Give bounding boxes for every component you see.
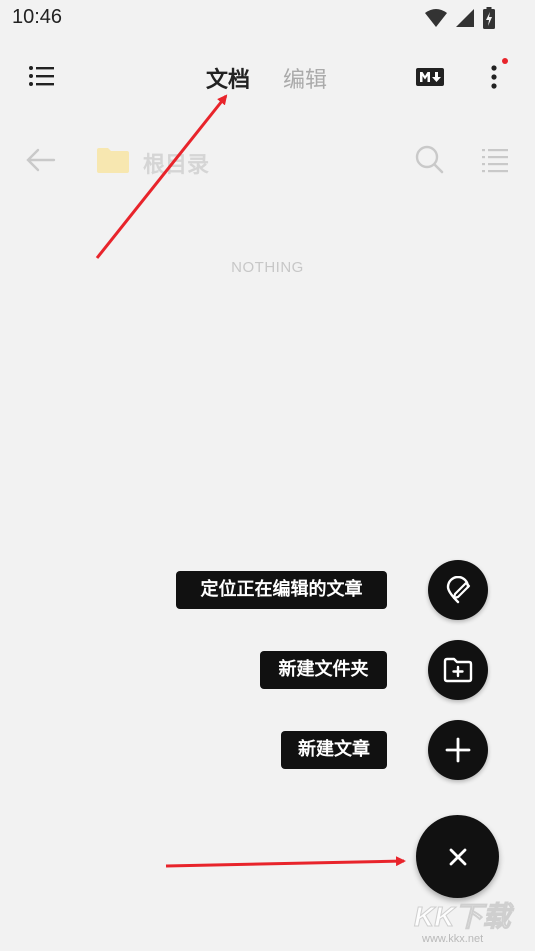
tab-edit[interactable]: 编辑 xyxy=(283,62,327,94)
signal-icon xyxy=(456,9,474,27)
search-icon[interactable] xyxy=(414,144,444,174)
locate-edit-icon xyxy=(446,576,471,604)
status-bar: 10:46 xyxy=(0,0,535,36)
app-bar: 文档 编辑 xyxy=(0,38,535,118)
annotation-arrow-to-fab xyxy=(165,856,406,868)
markdown-icon[interactable] xyxy=(416,68,444,86)
menu-list-icon[interactable] xyxy=(28,62,56,90)
empty-state-text: NOTHING xyxy=(231,259,304,276)
new-folder-button[interactable] xyxy=(428,640,488,700)
new-folder-label[interactable]: 新建文件夹 xyxy=(260,651,387,689)
new-article-button[interactable] xyxy=(428,720,488,780)
path-bar: 根目录 xyxy=(0,130,535,190)
plus-icon xyxy=(445,737,471,763)
new-article-label[interactable]: 新建文章 xyxy=(281,731,387,769)
notification-dot xyxy=(502,58,508,64)
folder-icon xyxy=(97,148,129,173)
locate-editing-article-button[interactable] xyxy=(428,560,488,620)
battery-icon xyxy=(483,7,495,29)
list-view-icon[interactable] xyxy=(480,146,510,174)
current-folder-label[interactable]: 根目录 xyxy=(143,147,209,179)
watermark: KK下载 www.kkx.net xyxy=(413,895,532,949)
status-time: 10:46 xyxy=(12,6,63,28)
wifi-icon xyxy=(425,9,447,27)
more-vertical-icon[interactable] xyxy=(484,62,504,92)
watermark-url: www.kkx.net xyxy=(422,933,484,945)
close-icon xyxy=(449,848,466,865)
back-arrow-icon[interactable] xyxy=(24,146,56,174)
fab-close-button[interactable] xyxy=(416,815,499,898)
locate-editing-article-label[interactable]: 定位正在编辑的文章 xyxy=(176,571,387,609)
status-icons xyxy=(425,7,495,29)
watermark-logo: KK下载 xyxy=(413,901,511,933)
tab-documents[interactable]: 文档 xyxy=(206,62,250,94)
new-folder-icon xyxy=(443,657,473,683)
